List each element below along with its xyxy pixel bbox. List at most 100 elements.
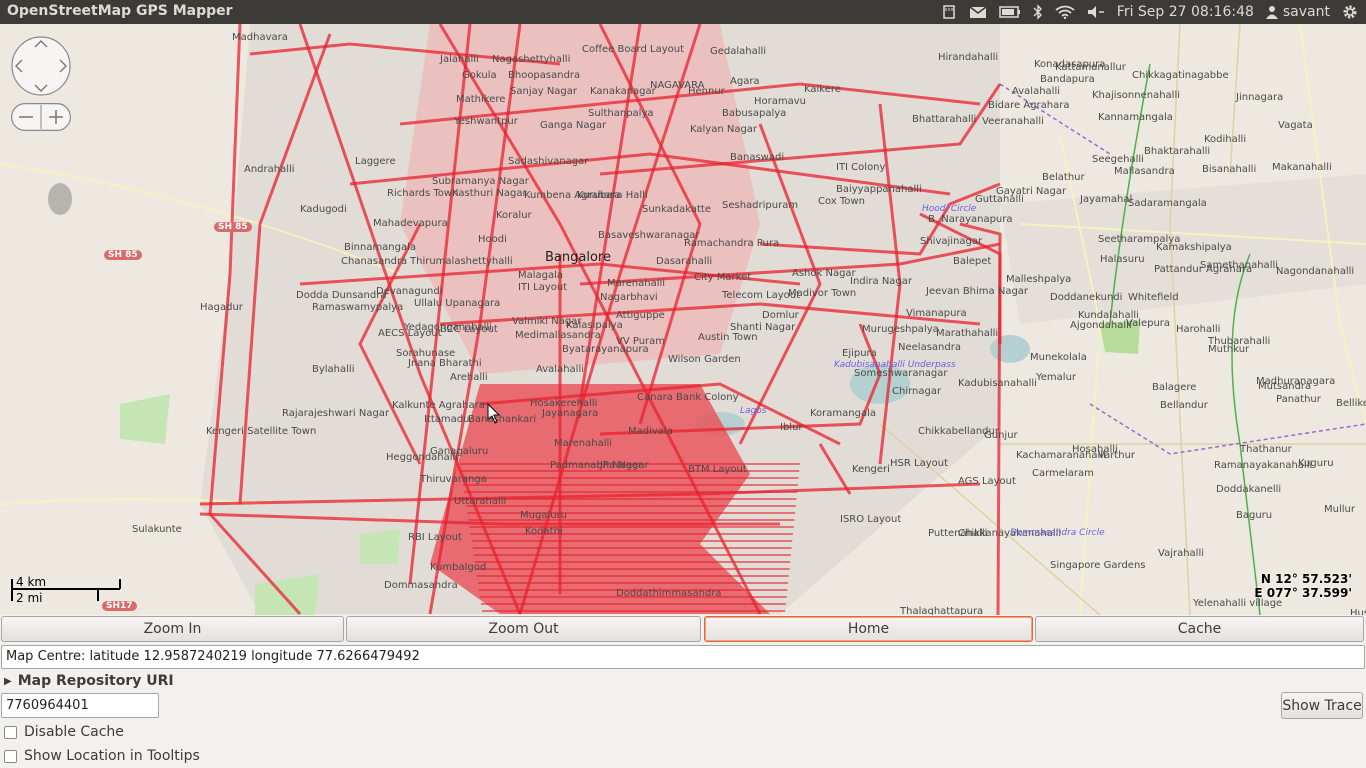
map-place-label: Sadashivanagar [508,156,589,167]
map-place-label: Byatarayanapura [562,344,649,355]
user-name: savant [1282,4,1330,20]
map-place-label: Malagala [518,270,564,281]
show-location-label: Show Location in Tooltips [24,748,200,764]
map-place-label: Jnana Bharathi [408,358,482,369]
map-place-label: Indira Nagar [850,276,913,287]
map-place-label: Sanjay Nagar [510,86,578,97]
checkbox-box[interactable] [4,725,17,739]
map-place-label: Sulakunte [132,524,182,535]
repository-expander-label: Map Repository URI [17,673,174,689]
map-place-label: Veeranahalli [982,116,1044,127]
map-place-label: Murugeshpalya [862,324,939,335]
map-place-label: Andrahalli [244,164,295,175]
map-place-label: Canara Bank Colony [637,392,739,403]
map-place-label: Laggere [355,156,396,167]
map-place-label: Nagondanahalli [1276,266,1355,277]
show-location-checkbox[interactable]: Show Location in Tooltips [4,746,200,766]
map-place-label: Thiruvaranga [420,474,487,485]
repository-expander[interactable]: ▶ Map Repository URI [4,672,174,690]
map-place-label: Harohalli [1176,324,1221,335]
map-place-label: Samethanahalli [1200,260,1279,271]
zoom-out-button[interactable]: Zoom Out [346,616,701,642]
expand-triangle-icon: ▶ [4,675,12,687]
map-junction-label: Hoodi Circle [922,204,977,214]
checkbox-box[interactable] [4,749,17,763]
map-place-label: HSR Layout [890,458,948,469]
bluetooth-icon[interactable] [1027,0,1049,24]
cache-button[interactable]: Cache [1035,616,1364,642]
map-place-label: Ittamadu [424,414,470,425]
map-junction-label: Kadubisanahalli Underpass [834,360,956,370]
map-place-label: Hennur [688,86,725,97]
zoom-control[interactable] [11,103,71,131]
map-place-label: Marenahalli [554,438,613,449]
map-place-label: Yeshwantpur [454,116,518,127]
map-place-label: Koramangala [810,408,877,419]
map-place-label: Ramachandra Pura [684,238,780,249]
map-place-label: Jinnagara [1236,92,1284,103]
indicator-area: Fri Sep 27 08:16:48 savant [935,0,1366,24]
map-junction-label: Dommasandra Circle [1010,528,1105,538]
map-place-label: Kengeri [852,464,890,475]
mail-icon[interactable] [963,0,993,24]
clock-label[interactable]: Fri Sep 27 08:16:48 [1111,0,1260,24]
scale-km: 4 km [16,575,47,589]
map-place-label: Malleshpalya [1006,274,1072,285]
gear-icon[interactable] [1336,0,1366,24]
map-place-label: Sunkadakatte [642,204,711,215]
map-place-label: Sadaramangala [1128,198,1207,209]
map-place-label: Konadasapura [1034,59,1106,70]
map-place-label: Kalkunte Agrahara [392,400,485,411]
map-place-label: Yemalur [1036,372,1077,383]
user-menu[interactable]: savant [1260,0,1336,24]
map-place-label: JP Nagar [600,460,643,471]
map-place-label: Bhaktarahalli [1144,146,1211,157]
map-centre-field[interactable]: Map Centre: latitude 12.9587240219 longi… [1,645,1365,669]
home-button[interactable]: Home [704,616,1033,642]
map-place-label: Hagadur [200,302,243,313]
map-place-label: ITI Colony [836,162,886,173]
map-place-label: BTM Layout [688,464,747,475]
map-place-label: Chikkagatinagabbe [1132,70,1229,81]
coord-lat: N 12° 57.523' [1260,572,1352,586]
show-trace-button[interactable]: Show Trace [1281,692,1363,719]
wifi-icon[interactable] [1049,0,1081,24]
zoom-in-button[interactable]: Zoom In [1,616,344,642]
map-place-label: Kamakshipalya [1156,242,1232,253]
map-place-label: Subramanya Nagar [432,176,529,187]
pan-control[interactable] [11,36,71,96]
map-place-label: Madivor Town [788,288,857,299]
map-place-label: Bhattarahalli [912,114,977,125]
map-place-label: Huskur [1350,608,1366,615]
map-place-label: Belathur [1042,172,1085,183]
map-place-label: Banashankari [468,414,537,425]
map-place-label: Balagere [1152,382,1197,393]
battery-icon[interactable] [993,0,1027,24]
map-place-label: Kalkere [804,84,841,95]
map-place-label: Jeevan Bhima Nagar [926,286,1029,297]
repository-uri-input[interactable]: 7760964401 [1,693,159,718]
map-place-label: Bandapura [1040,74,1095,85]
map-place-label: Ejipura [842,348,877,359]
map-place-label: Hoodi [478,234,507,245]
map-place-label: Halasuru [1100,254,1145,265]
map-place-label: Kumbalgod [430,562,487,573]
volume-icon[interactable] [1081,0,1111,24]
sdcard-icon[interactable] [935,0,963,24]
map-view[interactable]: Madhavara Jalahalli Nagashettyhalli Coffee … [0,24,1366,615]
map-place-label: Kanakanagar [590,86,656,97]
map-place-label: ISRO Layout [840,514,902,525]
map-place-label: Uttarahalli [454,496,507,507]
map-place-label: Nagarbhavi [600,292,658,303]
user-icon [1265,6,1278,19]
map-place-label: Arehalli [450,372,488,383]
map-place-label: Ajgondahalli [1070,320,1132,331]
map-place-label: Avalahalli [536,364,585,375]
disable-cache-checkbox[interactable]: Disable Cache [4,722,124,742]
map-place-label: Jalahalli [440,54,479,65]
map-place-label: Varthur [1098,450,1136,461]
map-place-label: Avalahalli [1012,86,1061,97]
map-place-label: Koralur [496,210,532,221]
map-place-label: Panathur [1276,394,1321,405]
map-place-label: Vajrahalli [1158,548,1205,559]
